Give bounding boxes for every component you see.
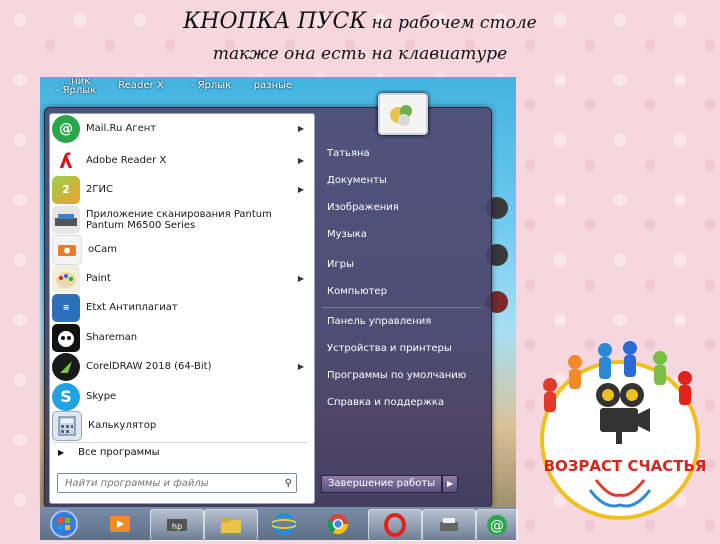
program-item-adobe-reader[interactable]: ʎ Adobe Reader X ▶ [52,146,308,175]
2gis-icon: 2 [52,175,80,204]
right-item-documents[interactable]: Документы [327,175,387,186]
program-item-mailru[interactable]: @ Mail.Ru Агент ▶ [52,114,308,143]
vozrast-schastya-logo: ВОЗРАСТ СЧАСТЬЯ [520,340,720,540]
mailru-icon[interactable]: @ [476,509,518,541]
right-item-control-panel[interactable]: Панель управления [327,316,431,327]
pantum-scanner-icon [52,205,80,234]
paint-icon [52,264,80,293]
submenu-arrow-icon: ▶ [297,156,304,165]
skype-icon: S [52,382,80,411]
program-label: Skype [86,391,117,402]
shutdown-options-arrow-icon[interactable]: ▶ [442,475,459,493]
program-label: Приложение сканирования Pantum Pantum M65… [86,208,272,231]
search-icon: ⚲ [284,478,292,489]
program-label: Etxt Антиплагиат [86,302,178,313]
program-label: oCam [88,244,117,255]
explorer-icon[interactable] [204,509,258,541]
right-item-devices[interactable]: Устройства и принтеры [327,343,452,354]
mailru-agent-icon: @ [52,114,80,143]
coreldraw-icon [52,352,80,381]
right-item-computer[interactable]: Компьютер [327,286,387,297]
title-heading: КНОПКА ПУСК [183,9,367,34]
divider [52,442,308,443]
svg-text:@: @ [490,518,504,534]
desktop-icon-label[interactable]: Reader X [116,81,166,91]
program-label: 2ГИС [86,184,113,195]
program-label: Paint [86,273,111,284]
submenu-arrow-icon: ▶ [297,362,304,371]
program-item-2gis[interactable]: 2 2ГИС ▶ [52,175,308,204]
right-item-games[interactable]: Игры [327,259,354,270]
shareman-icon [52,323,80,352]
start-orb-icon[interactable] [40,509,88,539]
triangle-right-icon: ▶ [58,448,65,457]
program-item-paint[interactable]: Paint ▶ [52,264,308,293]
title-line2: также она есть на клавиатуре [212,44,508,64]
divider [322,307,482,308]
program-item-etxt[interactable]: ≡ Etxt Антиплагиат [52,293,308,322]
program-item-calculator[interactable]: Калькулятор [52,410,308,441]
program-item-coreldraw[interactable]: CorelDRAW 2018 (64-Bit) ▶ [52,352,308,381]
search-input[interactable]: Найти программы и файлы ⚲ [57,473,297,493]
calculator-icon [52,410,82,441]
program-label: Mail.Ru Агент [86,123,157,134]
desktop-icon-label[interactable]: - Ярлык [186,81,236,91]
right-item-help[interactable]: Справка и поддержка [327,397,444,408]
logo-text: ВОЗРАСТ СЧАСТЬЯ [543,457,707,475]
right-item-user[interactable]: Татьяна [327,148,370,159]
slide-title: КНОПКА ПУСК на рабочем столе также она е… [0,6,720,70]
all-programs-label: Все программы [78,447,160,458]
user-avatar[interactable] [378,93,428,135]
desktop-icon-label[interactable]: ...ник - Ярлык [46,77,106,96]
submenu-arrow-icon: ▶ [297,185,304,194]
adobe-reader-icon: ʎ [52,146,80,175]
program-label: Shareman [86,332,138,343]
program-label: Калькулятор [88,420,157,431]
submenu-arrow-icon: ▶ [297,124,304,133]
search-placeholder: Найти программы и файлы [65,478,209,489]
shutdown-group: Завершение работы ▶ [321,475,459,493]
ie-icon[interactable] [258,509,310,539]
svg-text:hp: hp [172,522,182,531]
program-item-skype[interactable]: S Skype [52,382,308,411]
all-programs-button[interactable]: ▶ Все программы [58,447,160,458]
desktop-icon-label[interactable]: разные [248,81,298,91]
printer-icon[interactable] [422,509,476,541]
chrome-icon[interactable] [312,509,364,539]
program-item-pantum[interactable]: Приложение сканирования Pantum Pantum M65… [52,205,308,234]
right-item-pictures[interactable]: Изображения [327,202,399,213]
title-rest: на рабочем столе [371,13,537,33]
program-label: CorelDRAW 2018 (64-Bit) [86,361,212,372]
program-label: Adobe Reader X [86,155,167,166]
right-item-music[interactable]: Музыка [327,229,367,240]
hp-icon[interactable]: hp [150,509,204,541]
submenu-arrow-icon: ▶ [297,274,304,283]
media-player-icon[interactable] [94,509,146,539]
opera-icon[interactable] [368,509,422,541]
ocam-icon [52,234,82,265]
program-item-ocam[interactable]: oCam [52,234,308,265]
right-item-default-programs[interactable]: Программы по умолчанию [327,370,466,381]
etxt-icon: ≡ [52,293,80,322]
shutdown-button[interactable]: Завершение работы [321,475,443,493]
program-item-shareman[interactable]: Shareman [52,323,308,352]
